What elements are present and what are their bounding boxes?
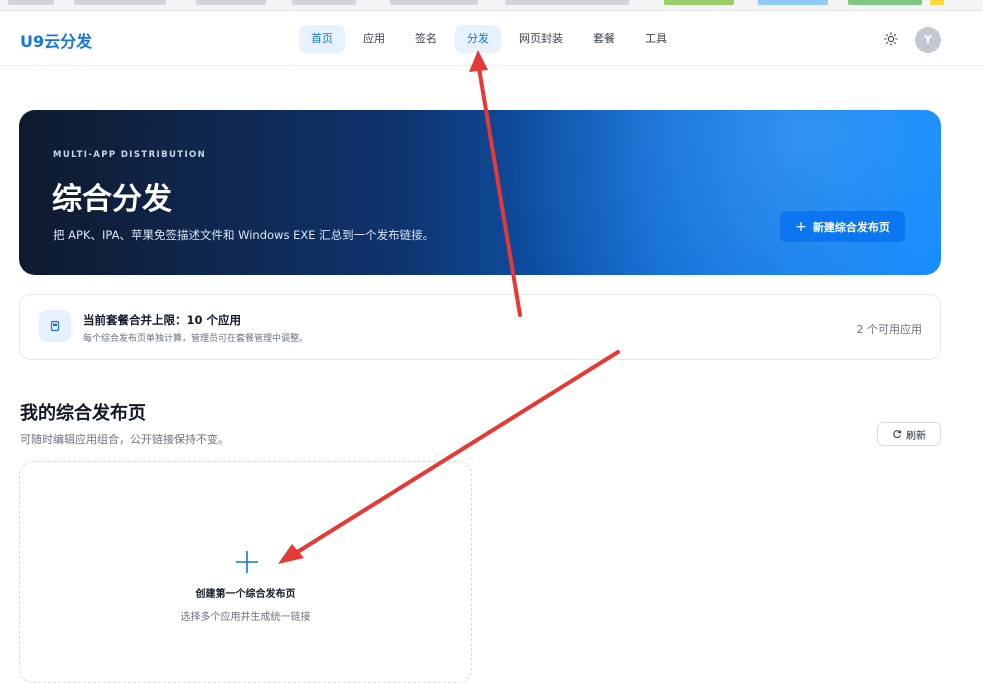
plus-icon: + bbox=[795, 218, 807, 235]
plan-limit-title: 当前套餐合并上限：10 个应用 bbox=[83, 313, 242, 327]
plus-icon bbox=[236, 551, 258, 573]
bookmark-item[interactable] bbox=[758, 0, 828, 5]
create-first-page-subtitle: 选择多个应用并生成统一链接 bbox=[180, 612, 311, 623]
bookmark-item[interactable] bbox=[8, 0, 54, 5]
refresh-icon bbox=[893, 430, 902, 439]
bookmark-item[interactable] bbox=[390, 0, 478, 5]
section-title: 我的综合发布页 bbox=[20, 403, 146, 424]
plan-icon bbox=[39, 310, 71, 342]
nav-item-plans[interactable]: 套餐 bbox=[581, 25, 627, 53]
refresh-label: 刷新 bbox=[906, 430, 926, 442]
site-logo[interactable]: U9云分发 bbox=[20, 28, 92, 52]
nav-item-web-wrapper[interactable]: 网页封装 bbox=[507, 25, 575, 53]
hero-eyebrow: MULTI-APP DISTRIBUTION bbox=[53, 150, 207, 160]
bookmark-item[interactable] bbox=[664, 0, 734, 5]
page-title: 综合分发 bbox=[52, 182, 172, 217]
hero-banner: MULTI-APP DISTRIBUTION 综合分发 把 APK、IPA、苹果… bbox=[19, 110, 941, 275]
bookmark-item[interactable] bbox=[505, 0, 629, 5]
refresh-button[interactable]: 刷新 bbox=[877, 422, 941, 446]
plan-limit-card: 当前套餐合并上限：10 个应用 每个综合发布页单独计算，管理员可在套餐管理中调整… bbox=[19, 294, 941, 360]
hero-description: 把 APK、IPA、苹果免签描述文件和 Windows EXE 汇总到一个发布链… bbox=[53, 228, 435, 242]
bookmark-item[interactable] bbox=[196, 0, 266, 5]
available-apps-count: 2 个可用应用 bbox=[856, 323, 923, 336]
nav-item-tools[interactable]: 工具 bbox=[633, 25, 679, 53]
top-header: U9云分发 首页 应用 签名 分发 网页封装 套餐 工具 Y bbox=[0, 11, 983, 66]
bookmark-item[interactable] bbox=[848, 0, 922, 5]
new-distribution-page-button[interactable]: + 新建综合发布页 bbox=[780, 211, 905, 242]
new-distribution-page-label: 新建综合发布页 bbox=[812, 220, 890, 234]
bookmarks-bar bbox=[0, 0, 983, 11]
nav-item-apps[interactable]: 应用 bbox=[351, 25, 397, 53]
bookmark-item[interactable] bbox=[74, 0, 166, 5]
sun-icon[interactable] bbox=[884, 32, 898, 46]
package-icon bbox=[50, 320, 60, 332]
create-first-page-card[interactable]: 创建第一个综合发布页 选择多个应用并生成统一链接 bbox=[19, 461, 472, 683]
main-nav: 首页 应用 签名 分发 网页封装 套餐 工具 bbox=[299, 25, 679, 53]
bookmark-item[interactable] bbox=[930, 0, 944, 5]
plan-limit-subtitle: 每个综合发布页单独计算，管理员可在套餐管理中调整。 bbox=[83, 334, 309, 344]
create-first-page-title: 创建第一个综合发布页 bbox=[195, 589, 296, 600]
nav-item-distribution[interactable]: 分发 bbox=[455, 25, 501, 53]
nav-item-home[interactable]: 首页 bbox=[299, 25, 345, 53]
section-subtitle: 可随时编辑应用组合，公开链接保持不变。 bbox=[20, 433, 229, 446]
bookmark-item[interactable] bbox=[292, 0, 356, 5]
nav-item-signing[interactable]: 签名 bbox=[403, 25, 449, 53]
avatar[interactable]: Y bbox=[915, 27, 941, 53]
